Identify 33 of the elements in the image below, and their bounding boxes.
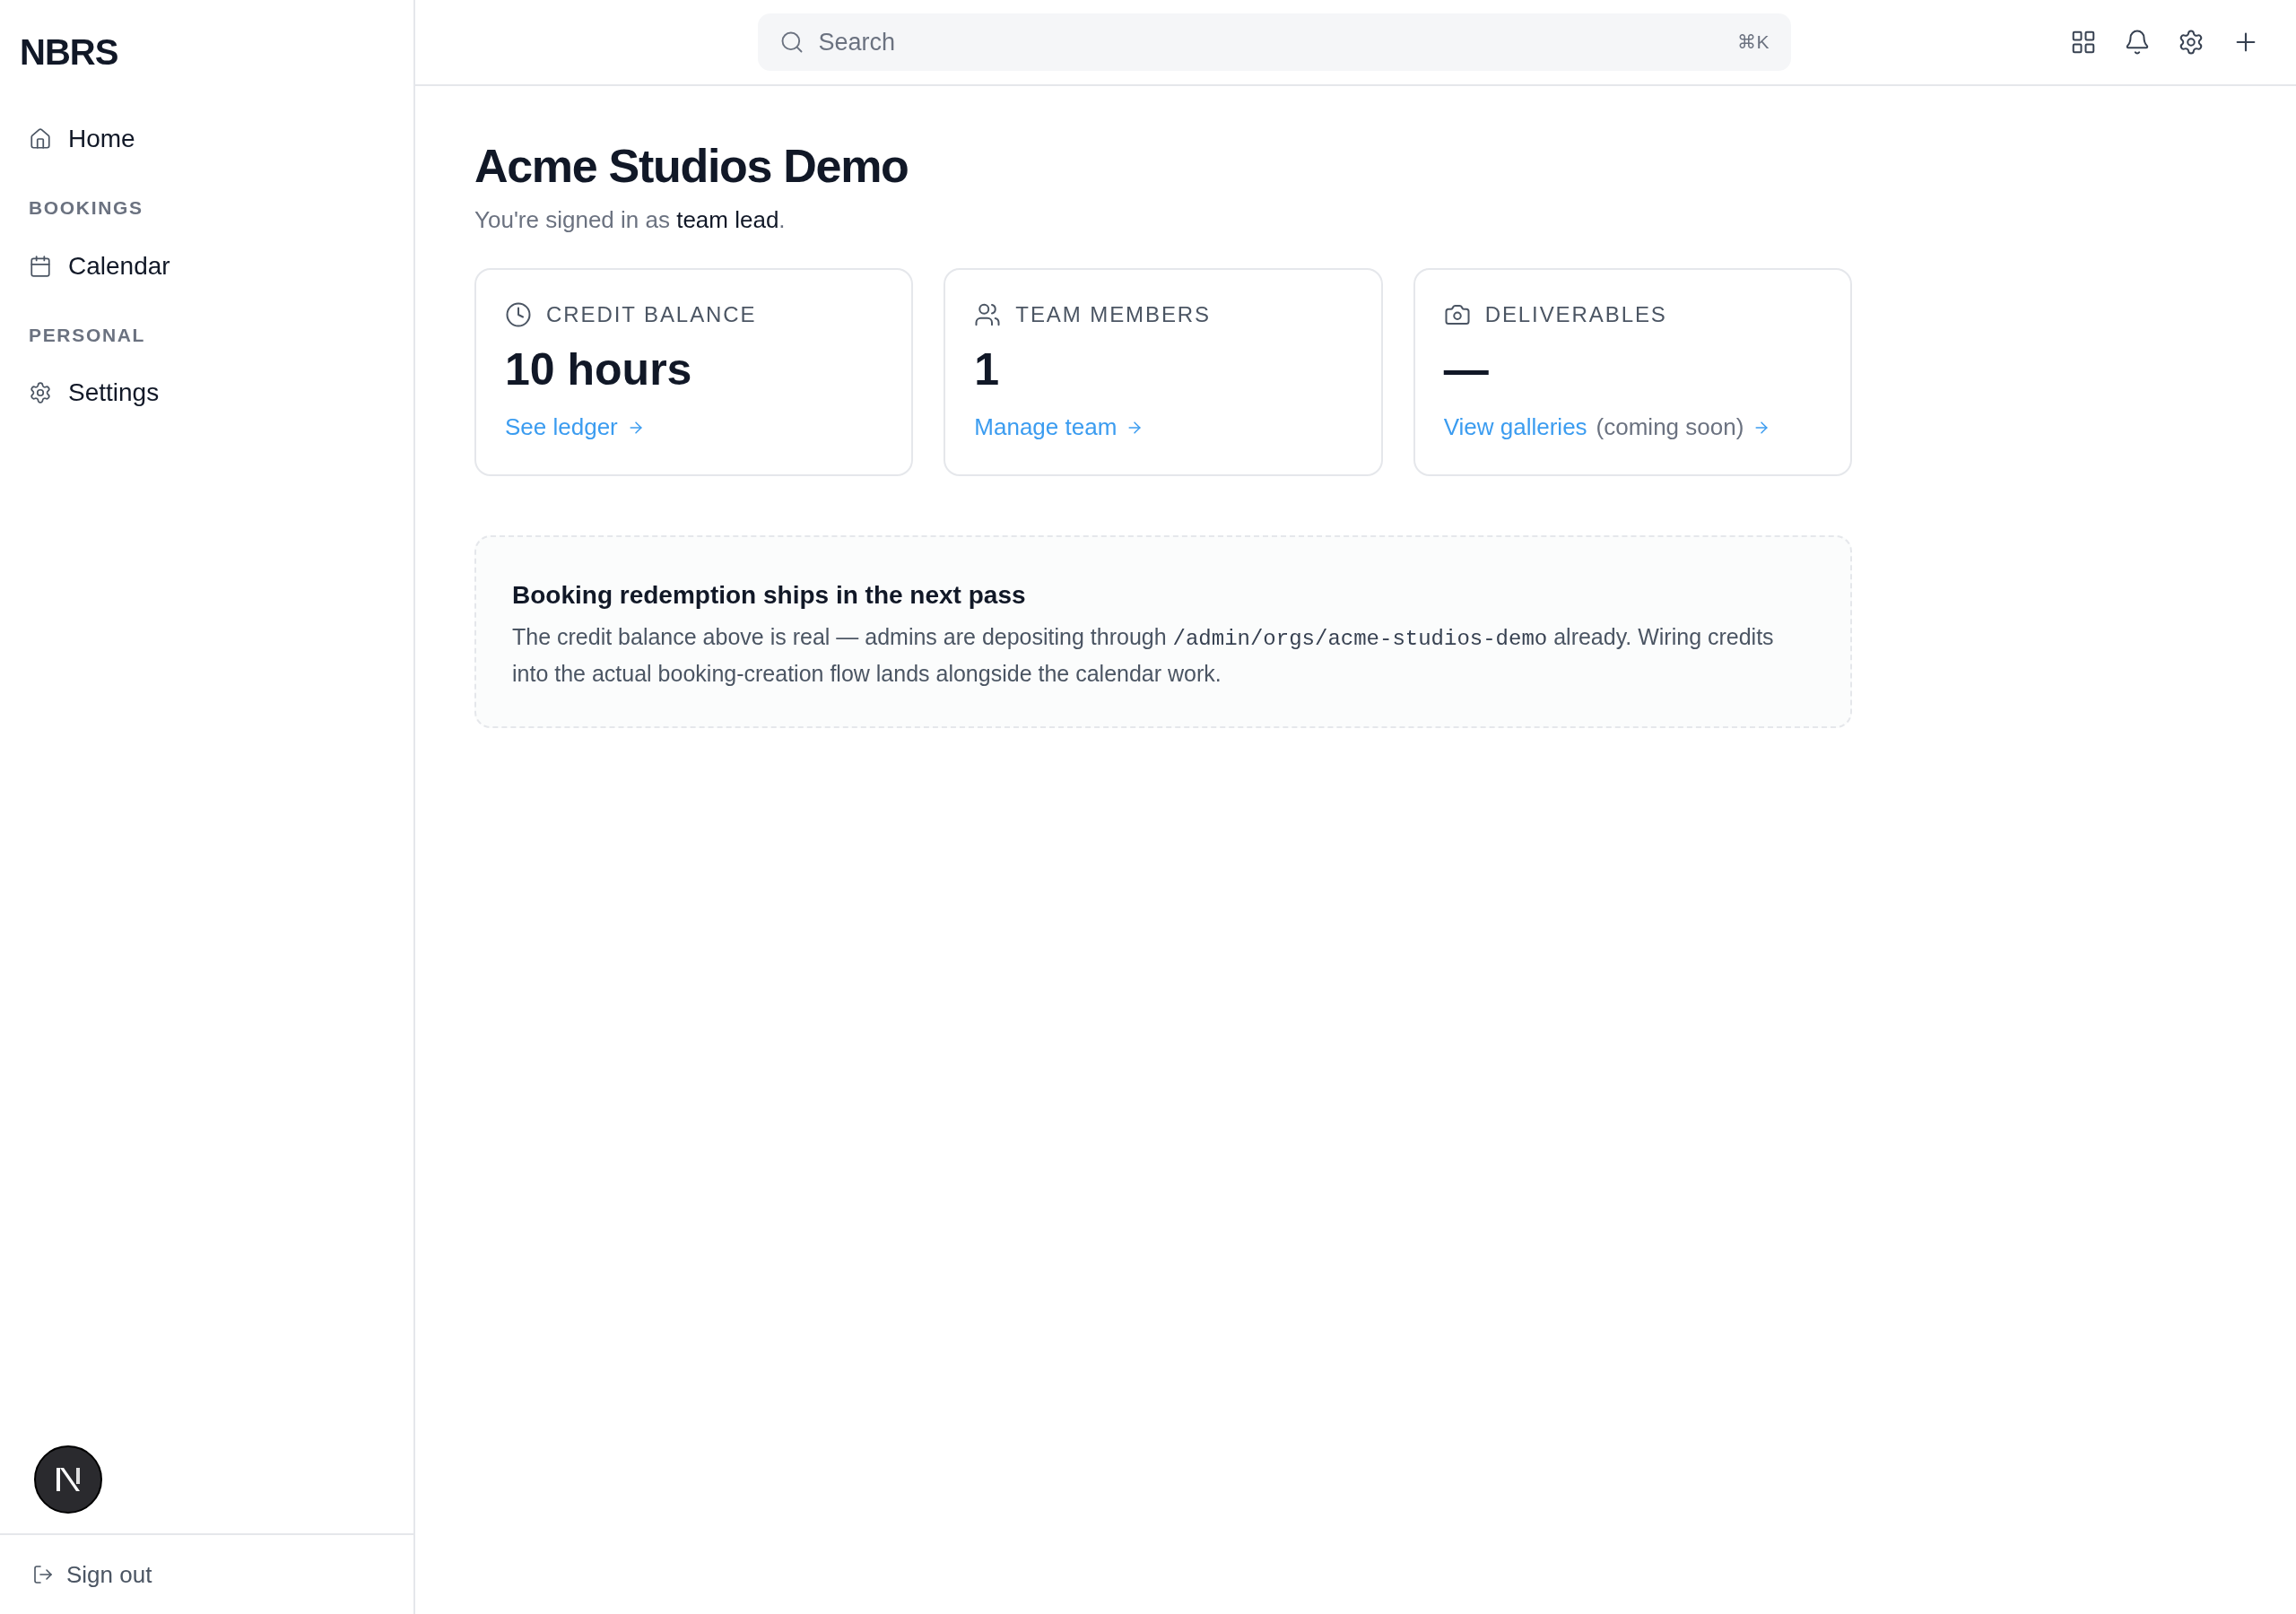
nav-item[interactable]: Calendar [0,241,413,291]
page-title: Acme Studios Demo [474,139,909,194]
search-bar[interactable]: Search ⌘K [757,13,1791,71]
card-value: 10 hours [505,343,693,396]
home-icon [29,127,52,151]
sign-out-button[interactable]: Sign out [32,1557,152,1592]
people-icon [974,301,1002,328]
nav-label: Settings [68,377,160,408]
notice-text: The credit balance above is real — admins are depositing through /admin/orgs/acme-studios-demo already. Wiring credits into the actual booking-creation flow lands alongside the calendar work. [512,623,1775,688]
shortcut-hint: ⌘K [1737,30,1770,55]
card-note: (coming soon) [1596,412,1744,442]
nav-label: Home [68,124,135,154]
card-value: — [1443,343,1490,396]
card-label: CREDIT BALANCE [546,301,757,328]
clock-icon [505,301,532,328]
page-subtitle: You're signed in as team lead. [474,205,787,235]
bell-icon[interactable] [2124,29,2151,56]
sign-out-icon [32,1564,54,1585]
settings-icon[interactable] [2178,29,2205,56]
nav-label: Calendar [68,250,170,282]
card-label: TEAM MEMBERS [1015,301,1212,328]
calendar-icon [29,254,52,278]
section-heading: BOOKINGS [28,196,144,220]
logo: NBRS [20,32,118,72]
search-field[interactable]: Search [818,23,1724,61]
settings-icon [29,381,52,404]
notice-title: Booking redemption ships in the next pass [512,580,1027,611]
nav-item[interactable]: Home [0,115,413,163]
card-value: 1 [974,343,1001,396]
section-heading: PERSONAL [28,323,147,347]
card-label: DELIVERABLES [1484,301,1667,328]
nav-item[interactable]: Settings [0,369,413,417]
grid-icon[interactable] [2070,29,2097,56]
